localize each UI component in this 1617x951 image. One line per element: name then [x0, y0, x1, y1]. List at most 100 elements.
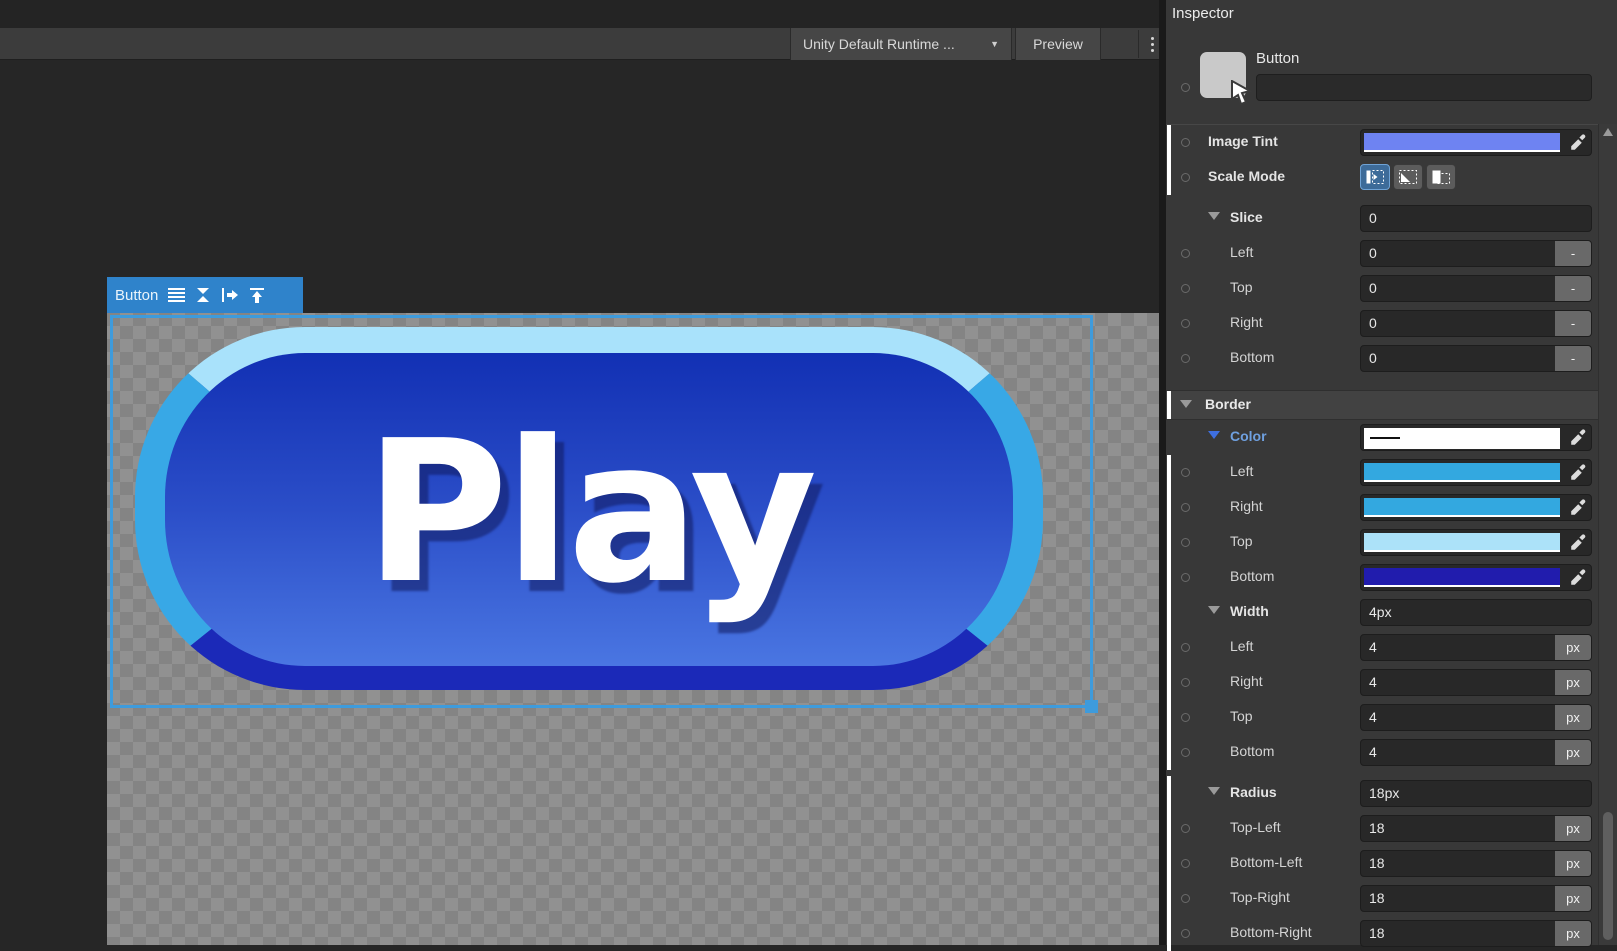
- bar-arrow-up-icon[interactable]: [249, 287, 265, 304]
- unit-dropdown[interactable]: px: [1555, 670, 1591, 695]
- binding-indicator[interactable]: [1181, 138, 1190, 147]
- slice-right-field[interactable]: 0 -: [1360, 310, 1592, 337]
- scroll-up-arrow-icon[interactable]: [1603, 128, 1613, 136]
- border-color-left-field[interactable]: [1360, 459, 1592, 486]
- unit-dropdown[interactable]: px: [1555, 635, 1591, 660]
- slice-left-field[interactable]: 0 -: [1360, 240, 1592, 267]
- kebab-menu-icon[interactable]: [1145, 28, 1159, 60]
- unit-dropdown[interactable]: px: [1555, 886, 1591, 911]
- binding-indicator[interactable]: [1181, 538, 1190, 547]
- border-width-top-row: Top 4 px: [1166, 700, 1617, 735]
- border-width-right-field[interactable]: 4 px: [1360, 669, 1592, 696]
- border-width-value-field[interactable]: 4px: [1360, 599, 1592, 626]
- selection-edge-top: [110, 315, 1093, 318]
- binding-indicator[interactable]: [1181, 83, 1190, 92]
- binding-indicator[interactable]: [1181, 748, 1190, 757]
- binding-indicator[interactable]: [1181, 859, 1190, 868]
- foldout-arrow-icon[interactable]: [1208, 787, 1220, 795]
- border-color-top-row: Top: [1166, 525, 1617, 560]
- border-radius-top-right-field[interactable]: 18 px: [1360, 885, 1592, 912]
- border-radius-bottom-right-field[interactable]: 18 px: [1360, 920, 1592, 947]
- border-width-left-row: Left 4 px: [1166, 630, 1617, 665]
- slice-bottom-row: Bottom 0 -: [1166, 341, 1617, 376]
- foldout-arrow-icon[interactable]: [1208, 431, 1220, 439]
- element-name-input[interactable]: [1256, 74, 1592, 101]
- inspector-rows: Image Tint Scale Mode: [1166, 124, 1617, 951]
- binding-indicator[interactable]: [1181, 573, 1190, 582]
- binding-indicator[interactable]: [1181, 503, 1190, 512]
- binding-indicator[interactable]: [1181, 284, 1190, 293]
- align-lines-icon[interactable]: [168, 288, 185, 303]
- border-color-bottom-field[interactable]: [1360, 564, 1592, 591]
- slice-value-field[interactable]: 0: [1360, 205, 1592, 232]
- border-color-bottom-swatch[interactable]: [1364, 568, 1560, 587]
- foldout-arrow-icon[interactable]: [1180, 400, 1192, 408]
- inspector-scrollbar[interactable]: [1598, 124, 1617, 945]
- theme-dropdown[interactable]: Unity Default Runtime ... ▼: [790, 28, 1012, 60]
- border-color-right-swatch[interactable]: [1364, 498, 1560, 517]
- toolbar-divider: [1138, 30, 1139, 58]
- unit-dropdown[interactable]: -: [1555, 276, 1591, 301]
- foldout-arrow-icon[interactable]: [1208, 212, 1220, 220]
- border-color-left-swatch[interactable]: [1364, 463, 1560, 482]
- binding-indicator[interactable]: [1181, 678, 1190, 687]
- border-color-top-field[interactable]: [1360, 529, 1592, 556]
- binding-indicator[interactable]: [1181, 468, 1190, 477]
- canvas-header-tab[interactable]: Button: [107, 277, 303, 313]
- border-color-right-row: Right: [1166, 490, 1617, 525]
- border-width-top-field[interactable]: 4 px: [1360, 704, 1592, 731]
- scrollbar-thumb[interactable]: [1603, 812, 1613, 940]
- eyedropper-icon[interactable]: [1568, 134, 1587, 153]
- binding-indicator[interactable]: [1181, 894, 1190, 903]
- border-section-header[interactable]: Border: [1166, 390, 1617, 420]
- foldout-arrow-icon[interactable]: [1208, 606, 1220, 614]
- eyedropper-icon[interactable]: [1568, 464, 1587, 483]
- image-tint-swatch[interactable]: [1364, 133, 1560, 152]
- unit-dropdown[interactable]: px: [1555, 705, 1591, 730]
- bar-arrow-right-icon[interactable]: [221, 287, 239, 303]
- border-color-top-swatch[interactable]: [1364, 533, 1560, 552]
- unit-dropdown[interactable]: -: [1555, 241, 1591, 266]
- border-color-left-row: Left: [1166, 455, 1617, 490]
- binding-indicator[interactable]: [1181, 173, 1190, 182]
- inspector-tab-title[interactable]: Inspector: [1172, 5, 1234, 22]
- border-color-mixed-field[interactable]: [1360, 424, 1592, 451]
- binding-indicator[interactable]: [1181, 929, 1190, 938]
- border-radius-bottom-left-field[interactable]: 18 px: [1360, 850, 1592, 877]
- scale-mode-stretch-button[interactable]: [1360, 164, 1390, 190]
- preview-button[interactable]: Preview: [1015, 28, 1101, 60]
- border-radius-top-left-field[interactable]: 18 px: [1360, 815, 1592, 842]
- selection-edge-left: [110, 315, 113, 708]
- play-button-preview[interactable]: Play: [135, 327, 1043, 690]
- eyedropper-icon[interactable]: [1568, 534, 1587, 553]
- slice-top-field[interactable]: 0 -: [1360, 275, 1592, 302]
- unit-dropdown[interactable]: -: [1555, 346, 1591, 371]
- unit-dropdown[interactable]: px: [1555, 816, 1591, 841]
- binding-indicator[interactable]: [1181, 643, 1190, 652]
- image-tint-color-field[interactable]: [1360, 129, 1592, 156]
- border-radius-value-field[interactable]: 18px: [1360, 780, 1592, 807]
- border-radius-top-right-row: Top-Right 18 px: [1166, 881, 1617, 916]
- binding-indicator[interactable]: [1181, 824, 1190, 833]
- collapse-vertical-icon[interactable]: [195, 287, 211, 303]
- border-width-bottom-field[interactable]: 4 px: [1360, 739, 1592, 766]
- border-color-right-field[interactable]: [1360, 494, 1592, 521]
- binding-indicator[interactable]: [1181, 354, 1190, 363]
- slice-bottom-field[interactable]: 0 -: [1360, 345, 1592, 372]
- eyedropper-icon[interactable]: [1568, 429, 1587, 448]
- eyedropper-icon[interactable]: [1568, 499, 1587, 518]
- pane-divider[interactable]: [1159, 0, 1166, 945]
- scale-mode-scale-to-fit-button[interactable]: [1426, 164, 1456, 190]
- unit-dropdown[interactable]: px: [1555, 921, 1591, 946]
- binding-indicator[interactable]: [1181, 319, 1190, 328]
- eyedropper-icon[interactable]: [1568, 569, 1587, 588]
- border-width-left-field[interactable]: 4 px: [1360, 634, 1592, 661]
- binding-indicator[interactable]: [1181, 713, 1190, 722]
- canvas-document[interactable]: Play: [107, 313, 1159, 945]
- scale-mode-scale-and-crop-button[interactable]: [1393, 164, 1423, 190]
- unit-dropdown[interactable]: px: [1555, 740, 1591, 765]
- unit-dropdown[interactable]: px: [1555, 851, 1591, 876]
- unit-dropdown[interactable]: -: [1555, 311, 1591, 336]
- selection-resize-handle[interactable]: [1085, 700, 1098, 713]
- binding-indicator[interactable]: [1181, 249, 1190, 258]
